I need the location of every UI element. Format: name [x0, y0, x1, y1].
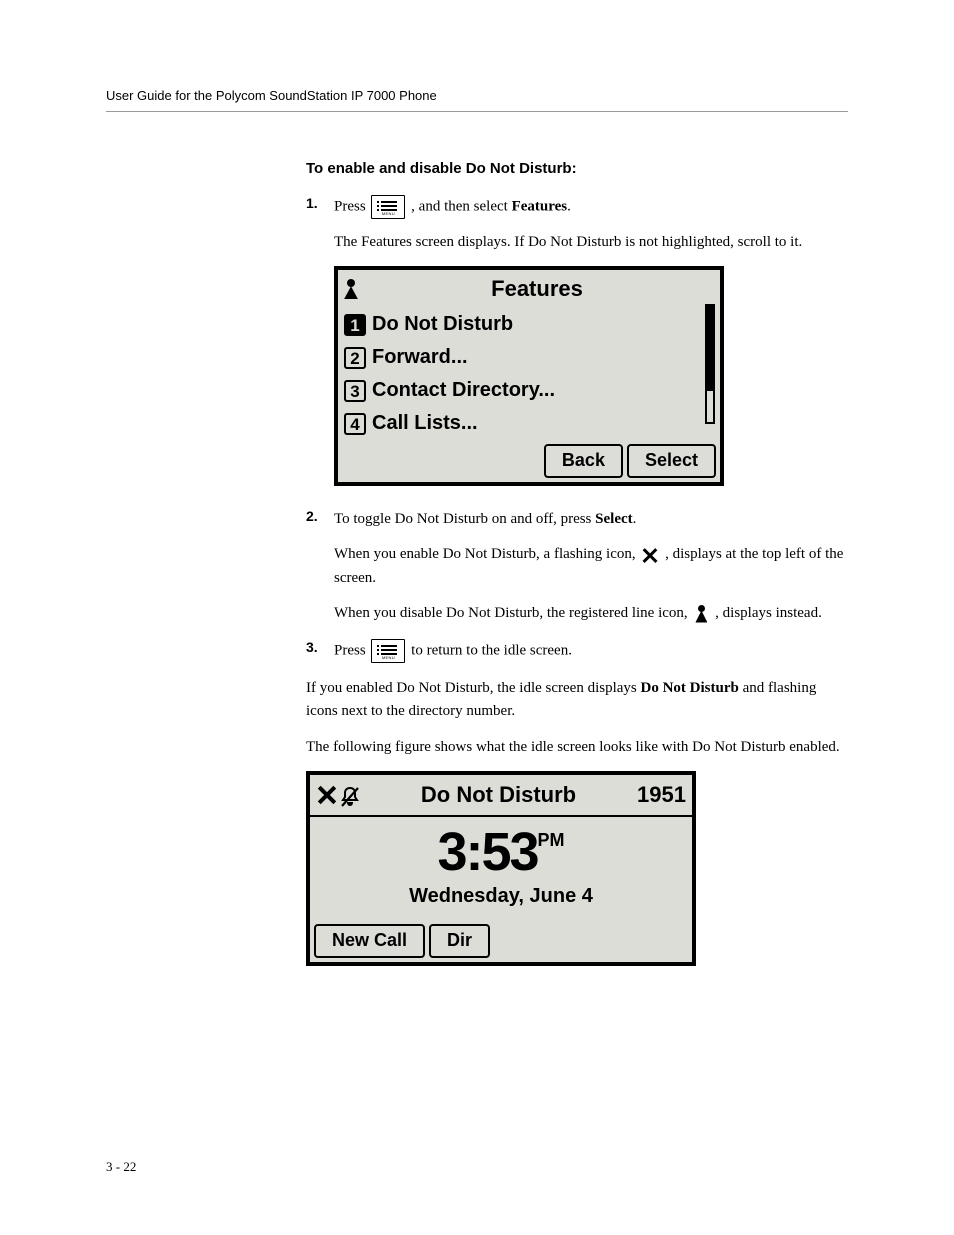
select-label: Select	[595, 511, 632, 527]
after-steps-block: If you enabled Do Not Disturb, the idle …	[306, 677, 848, 966]
dnd-idle-figure: Do Not Disturb 1951 3:53PM Wednesday, Ju…	[306, 771, 696, 966]
x-icon	[316, 784, 338, 806]
text: If you enabled Do Not Disturb, the idle …	[306, 680, 641, 696]
lcd-title: Do Not Disturb	[360, 778, 637, 812]
text: Press	[334, 643, 369, 659]
item-label: Do Not Disturb	[372, 309, 513, 340]
ampm: PM	[538, 830, 565, 850]
step-3: 3. Press MENU to return to the idle scre…	[306, 639, 848, 663]
text: When you enable Do Not Disturb, a flashi…	[334, 546, 639, 562]
menu-key-icon: MENU	[371, 639, 405, 663]
list-item: 2 Forward...	[344, 341, 716, 374]
lcd-title-row: Features	[338, 270, 720, 308]
step-number: 3.	[306, 639, 318, 655]
page-number: 3 - 22	[106, 1159, 136, 1175]
step-2-line-2: When you enable Do Not Disturb, a flashi…	[334, 543, 848, 590]
lcd-title: Features	[360, 272, 714, 306]
text: , displays instead.	[715, 605, 822, 621]
step-1-line-2: The Features screen displays. If Do Not …	[334, 231, 848, 254]
text: When you disable Do Not Disturb, the reg…	[334, 605, 691, 621]
new-call-softkey: New Call	[314, 924, 425, 958]
text: To toggle Do Not Disturb on and off, pre…	[334, 511, 595, 527]
text: .	[633, 511, 637, 527]
step-1: 1. Press MENU , and then select Features…	[306, 195, 848, 486]
item-number-box: 2	[344, 347, 366, 369]
back-softkey: Back	[544, 444, 623, 478]
step-1-line-1: Press MENU , and then select Features.	[334, 195, 848, 219]
scrollbar-thumb	[707, 306, 713, 391]
dnd-label: Do Not Disturb	[641, 680, 739, 696]
section-heading: To enable and disable Do Not Disturb:	[306, 160, 848, 177]
bell-off-icon	[340, 784, 360, 806]
steps-list: 1. Press MENU , and then select Features…	[306, 195, 848, 663]
time-value: 3:53	[437, 822, 537, 882]
step-2-line-3: When you disable Do Not Disturb, the reg…	[334, 602, 848, 625]
item-label: Contact Directory...	[372, 375, 555, 406]
list-item: 1 Do Not Disturb	[344, 308, 716, 341]
step-number: 2.	[306, 508, 318, 524]
clock-date: Wednesday, June 4	[310, 881, 692, 912]
running-header: User Guide for the Polycom SoundStation …	[106, 88, 848, 112]
features-screen-figure: Features 1 Do Not Disturb 2 Forward... 3	[334, 266, 724, 486]
item-label: Forward...	[372, 342, 468, 373]
extension-number: 1951	[637, 778, 686, 812]
dir-softkey: Dir	[429, 924, 490, 958]
list-item: 3 Contact Directory...	[344, 374, 716, 407]
scrollbar	[705, 304, 715, 424]
after-p1: If you enabled Do Not Disturb, the idle …	[306, 677, 848, 724]
person-icon	[342, 278, 360, 300]
lcd-body: 3:53PM Wednesday, June 4	[310, 817, 692, 922]
item-number-box: 4	[344, 413, 366, 435]
clock-time: 3:53PM	[310, 825, 692, 879]
softkey-row: New Call Dir	[310, 922, 692, 962]
softkey-row: Back Select	[338, 442, 720, 482]
item-number-box: 1	[344, 314, 366, 336]
text: .	[567, 198, 571, 214]
text: , and then select	[411, 198, 511, 214]
content-area: To enable and disable Do Not Disturb: 1.…	[306, 160, 848, 966]
step-number: 1.	[306, 195, 318, 211]
x-icon	[641, 546, 659, 564]
lcd-status-bar: Do Not Disturb 1951	[310, 775, 692, 817]
features-label: Features	[512, 198, 568, 214]
step-2-line-1: To toggle Do Not Disturb on and off, pre…	[334, 508, 848, 531]
list-item: 4 Call Lists...	[344, 407, 716, 440]
menu-key-icon: MENU	[371, 195, 405, 219]
after-p2: The following figure shows what the idle…	[306, 736, 848, 759]
item-number-box: 3	[344, 380, 366, 402]
select-softkey: Select	[627, 444, 716, 478]
text: Press	[334, 198, 369, 214]
text: to return to the idle screen.	[411, 643, 572, 659]
person-icon	[693, 605, 709, 623]
step-2: 2. To toggle Do Not Disturb on and off, …	[306, 508, 848, 625]
lcd-menu-list: 1 Do Not Disturb 2 Forward... 3 Contact …	[338, 308, 720, 442]
step-3-line-1: Press MENU to return to the idle screen.	[334, 639, 848, 663]
item-label: Call Lists...	[372, 408, 478, 439]
